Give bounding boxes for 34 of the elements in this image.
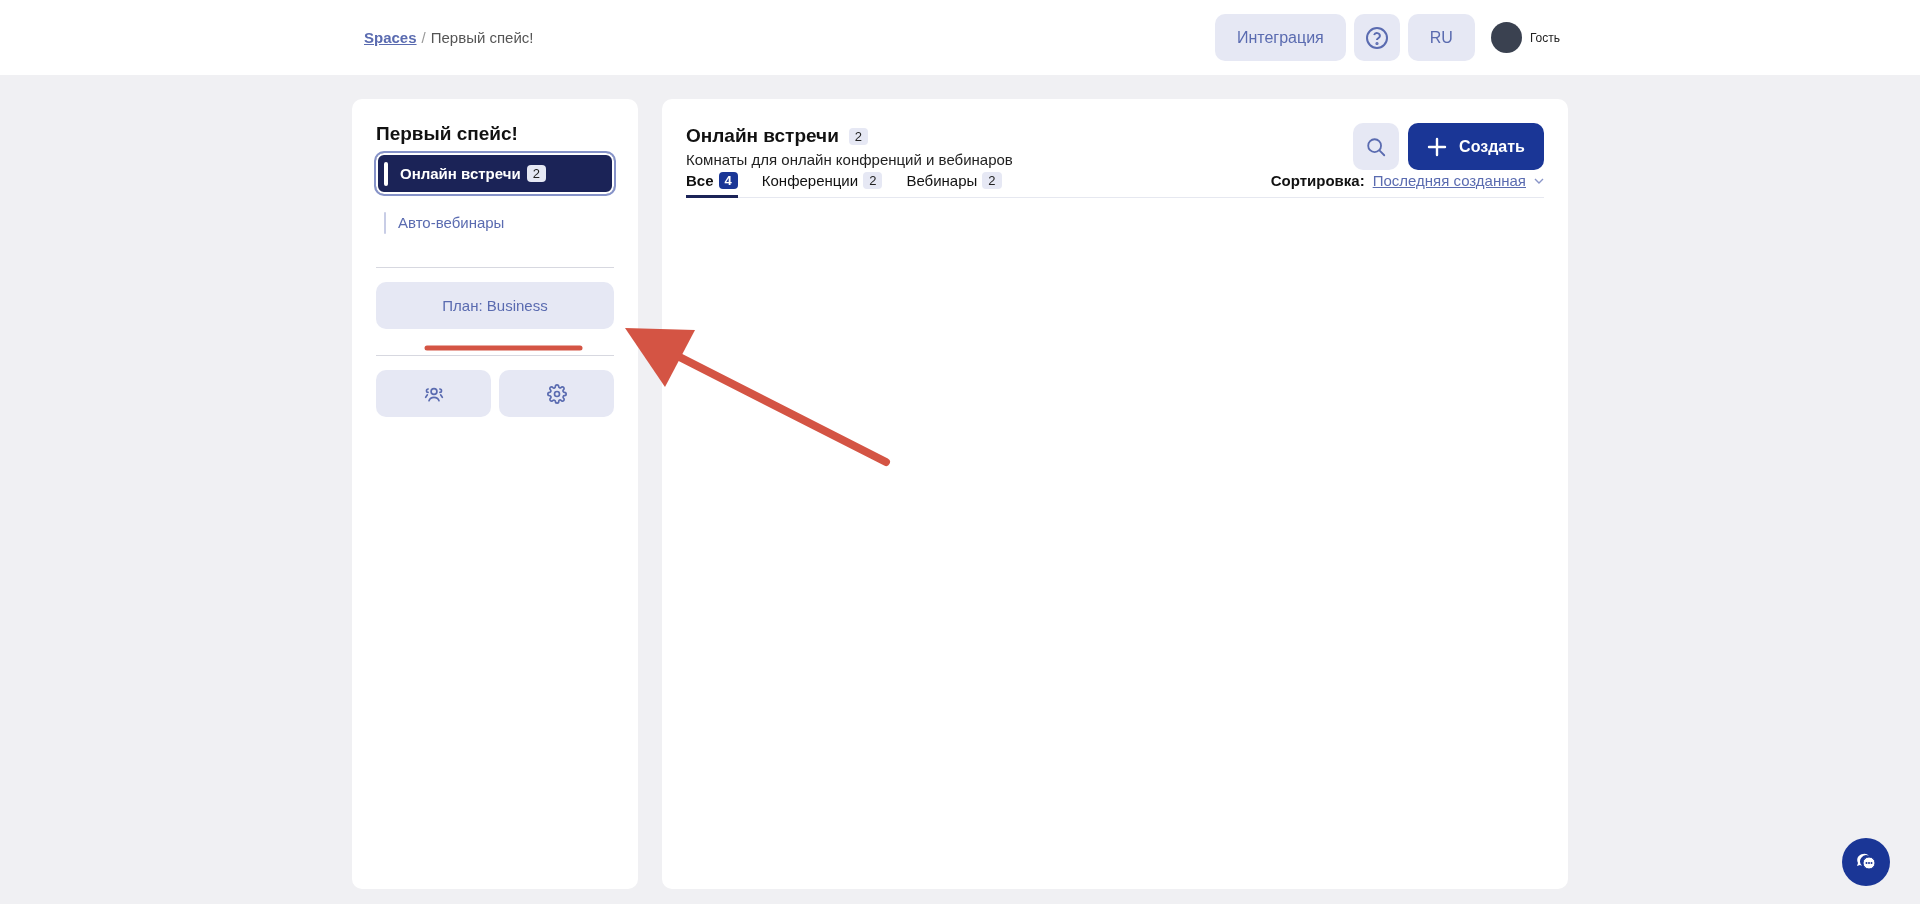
- count-badge: 2: [982, 172, 1002, 189]
- filter-tab[interactable]: Вебинары 2: [906, 172, 1002, 198]
- settings-button[interactable]: [499, 370, 614, 417]
- count-badge: 2: [863, 172, 883, 189]
- breadcrumb-separator: /: [421, 29, 426, 46]
- breadcrumb-current: Первый спейс!: [430, 29, 534, 46]
- plan-button[interactable]: План: Business: [376, 282, 614, 329]
- sort-label: Сортировка:: [1270, 172, 1365, 189]
- count-badge: 2: [526, 165, 546, 182]
- chat-button[interactable]: [1842, 838, 1890, 886]
- create-button[interactable]: Создать: [1408, 123, 1544, 170]
- chat-icon: [1856, 852, 1876, 872]
- filter-tab[interactable]: Конференции 2: [761, 172, 883, 198]
- plus-icon: [1427, 136, 1448, 157]
- help-icon: [1364, 25, 1389, 50]
- language-button[interactable]: RU: [1407, 14, 1475, 61]
- chevron-down-icon: [1534, 177, 1544, 184]
- sort-dropdown[interactable]: Последняя созданная: [1372, 172, 1526, 189]
- help-button[interactable]: [1353, 14, 1400, 61]
- integration-button[interactable]: Интеграция: [1215, 14, 1346, 61]
- section-subtitle: Комнаты для онлайн конфренций и вебинаров: [686, 151, 1013, 168]
- avatar[interactable]: [1490, 22, 1522, 53]
- sidebar-item[interactable]: Онлайн встречи 2: [376, 153, 614, 194]
- user-name: Гость: [1529, 30, 1560, 45]
- sidebar-item[interactable]: Авто-вебинары: [376, 202, 614, 243]
- search-button[interactable]: [1353, 123, 1399, 170]
- space-title: Первый спейс!: [376, 123, 519, 145]
- breadcrumb-link[interactable]: Spaces: [364, 29, 417, 46]
- settings-icon: [546, 383, 567, 404]
- search-icon: [1365, 135, 1387, 158]
- count-badge: 2: [848, 127, 869, 145]
- count-badge: 4: [718, 172, 738, 189]
- section-title: Онлайн встречи: [686, 125, 839, 147]
- filter-tab[interactable]: Все 4: [686, 172, 738, 198]
